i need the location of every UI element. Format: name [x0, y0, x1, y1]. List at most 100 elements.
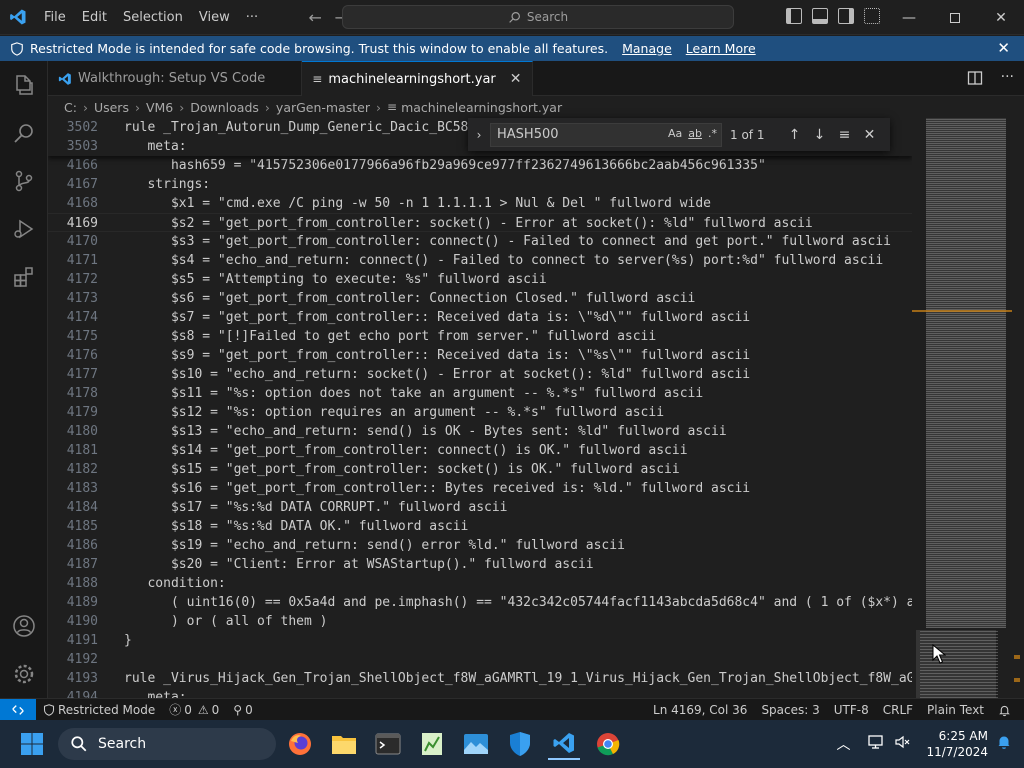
more-actions-icon[interactable]: ···: [1001, 70, 1014, 90]
notepad-chart-icon[interactable]: [416, 728, 448, 760]
toggle-secondary-sidebar-icon[interactable]: [838, 8, 854, 24]
code-editor[interactable]: 3502 rule _Trojan_Autorun_Dump_Generic_Da…: [48, 118, 912, 698]
breadcrumb-users[interactable]: Users: [94, 100, 129, 115]
vscode-taskbar-icon[interactable]: [548, 728, 580, 760]
code-line[interactable]: 4175 $s8 = "[!]Failed to get echo port f…: [48, 327, 912, 346]
firefox-icon[interactable]: [284, 728, 316, 760]
code-line[interactable]: 4183 $s16 = "get_port_from_controller:: …: [48, 479, 912, 498]
code-line[interactable]: 4191}: [48, 631, 912, 650]
volume-muted-icon[interactable]: [894, 734, 910, 754]
end-of-line[interactable]: CRLF: [876, 703, 920, 717]
match-case-toggle[interactable]: Aa: [668, 127, 682, 140]
chrome-icon[interactable]: [592, 728, 624, 760]
cursor-position[interactable]: Ln 4169, Col 36: [646, 703, 754, 717]
manage-link[interactable]: Manage: [622, 41, 672, 56]
breadcrumb-vm6[interactable]: VM6: [146, 100, 173, 115]
code-line[interactable]: 4174 $s7 = "get_port_from_controller:: R…: [48, 308, 912, 327]
code-line[interactable]: 4190 ) or ( all of them ): [48, 612, 912, 631]
breadcrumb-yargen[interactable]: yarGen-master: [276, 100, 370, 115]
problems-status[interactable]: ⓧ 0 ⚠ 0: [162, 701, 226, 718]
menu-edit[interactable]: Edit: [74, 0, 115, 35]
encoding[interactable]: UTF-8: [827, 703, 876, 717]
close-tab-icon[interactable]: ✕: [510, 71, 522, 87]
windows-start-icon[interactable]: [16, 728, 48, 760]
breadcrumb-file[interactable]: machinelearningshort.yar: [401, 100, 562, 115]
close-find-icon[interactable]: ✕: [857, 127, 882, 143]
previous-match-arrow-icon[interactable]: ↑: [782, 127, 807, 143]
explorer-icon[interactable]: [0, 61, 48, 109]
minimize-button[interactable]: —: [886, 0, 932, 35]
code-line[interactable]: 4179 $s12 = "%s: option requires an argu…: [48, 403, 912, 422]
restricted-mode-status[interactable]: Restricted Mode: [36, 703, 162, 717]
code-line[interactable]: 4188 condition:: [48, 574, 912, 593]
indentation[interactable]: Spaces: 3: [754, 703, 826, 717]
find-input[interactable]: HASH500 Aa ab .*: [490, 122, 722, 147]
use-regex-toggle[interactable]: .*: [708, 127, 717, 140]
windows-security-icon[interactable]: [504, 728, 536, 760]
customize-layout-icon[interactable]: [864, 8, 880, 24]
extensions-icon[interactable]: [0, 253, 48, 301]
code-line[interactable]: 4166 hash659 = "415752306e0177966a96fb29…: [48, 156, 912, 175]
breadcrumb-downloads[interactable]: Downloads: [190, 100, 259, 115]
menu-selection[interactable]: Selection: [115, 0, 191, 35]
match-whole-word-toggle[interactable]: ab: [688, 127, 702, 140]
code-line[interactable]: 4168 $x1 = "cmd.exe /C ping -w 50 -n 1 1…: [48, 194, 912, 213]
code-line[interactable]: 4176 $s9 = "get_port_from_controller:: R…: [48, 346, 912, 365]
close-banner-icon[interactable]: ✕: [997, 39, 1010, 57]
command-center-search[interactable]: Search: [342, 5, 734, 29]
ports-status[interactable]: ⚲ 0: [226, 703, 259, 717]
menu-view[interactable]: View: [191, 0, 238, 35]
network-icon[interactable]: [868, 734, 886, 754]
toggle-replace-chevron-icon[interactable]: ›: [468, 128, 490, 142]
split-editor-icon[interactable]: [967, 70, 983, 90]
tab-walkthrough[interactable]: Walkthrough: Setup VS Code: [48, 61, 303, 96]
search-view-icon[interactable]: [0, 109, 48, 157]
code-line[interactable]: 4184 $s17 = "%s:%d DATA CORRUPT." fullwo…: [48, 498, 912, 517]
code-line[interactable]: 4194 meta:: [48, 688, 912, 698]
taskbar-search[interactable]: Search: [58, 728, 276, 760]
code-line[interactable]: 4193 rule _Virus_Hijack_Gen_Trojan_ShellO…: [48, 669, 912, 688]
code-line[interactable]: 4185 $s18 = "%s:%d DATA OK." fullword as…: [48, 517, 912, 536]
code-line[interactable]: 4186 $s19 = "echo_and_return: send() err…: [48, 536, 912, 555]
clock[interactable]: 6:25 AM 11/7/2024: [926, 728, 988, 760]
code-line[interactable]: 4178 $s11 = "%s: option does not take an…: [48, 384, 912, 403]
menu-file[interactable]: File: [36, 0, 74, 35]
code-line-current[interactable]: 4169 $s2 = "get_port_from_controller: so…: [48, 213, 912, 232]
code-line[interactable]: 4181 $s14 = "get_port_from_controller: c…: [48, 441, 912, 460]
code-line[interactable]: 4192: [48, 650, 912, 669]
code-line[interactable]: 4177 $s10 = "echo_and_return: socket() -…: [48, 365, 912, 384]
tab-machinelearningshort[interactable]: ≡ machinelearningshort.yar ✕: [302, 61, 533, 96]
manage-gear-icon[interactable]: [0, 650, 48, 698]
code-line[interactable]: 4182 $s15 = "get_port_from_controller: s…: [48, 460, 912, 479]
code-line[interactable]: 4170 $s3 = "get_port_from_controller: co…: [48, 232, 912, 251]
learn-more-link[interactable]: Learn More: [686, 41, 756, 56]
toggle-panel-icon[interactable]: [812, 8, 828, 24]
find-in-selection-icon[interactable]: ≡: [832, 127, 857, 143]
vertical-scrollbar[interactable]: [1012, 118, 1024, 698]
code-line[interactable]: 4172 $s5 = "Attempting to execute: %s" f…: [48, 270, 912, 289]
breadcrumb-drive[interactable]: C:: [64, 100, 77, 115]
photos-icon[interactable]: [460, 728, 492, 760]
terminal-icon[interactable]: [372, 728, 404, 760]
maximize-button[interactable]: [932, 0, 978, 35]
code-line[interactable]: 4187 $s20 = "Client: Error at WSAStartup…: [48, 555, 912, 574]
file-explorer-icon[interactable]: [328, 728, 360, 760]
back-arrow-icon[interactable]: ←: [302, 8, 328, 27]
toggle-primary-sidebar-icon[interactable]: [786, 8, 802, 24]
code-line[interactable]: 4180 $s13 = "echo_and_return: send() is …: [48, 422, 912, 441]
close-window-button[interactable]: ✕: [978, 0, 1024, 35]
code-line[interactable]: 4171 $s4 = "echo_and_return: connect() -…: [48, 251, 912, 270]
source-control-icon[interactable]: [0, 157, 48, 205]
language-mode[interactable]: Plain Text: [920, 703, 991, 717]
notification-bell-icon[interactable]: [996, 734, 1012, 754]
menu-more[interactable]: ···: [238, 0, 266, 35]
run-debug-icon[interactable]: [0, 205, 48, 253]
next-match-arrow-icon[interactable]: ↓: [807, 127, 832, 143]
code-line[interactable]: 4189 ( uint16(0) == 0x5a4d and pe.imphas…: [48, 593, 912, 612]
code-line[interactable]: 4173 $s6 = "get_port_from_controller: Co…: [48, 289, 912, 308]
remote-indicator-icon[interactable]: [0, 698, 36, 721]
chevron-up-icon[interactable]: ︿: [836, 734, 850, 754]
code-line[interactable]: 4167 strings:: [48, 175, 912, 194]
notifications-bell-icon[interactable]: [991, 704, 1018, 717]
minimap[interactable]: [912, 118, 1012, 698]
